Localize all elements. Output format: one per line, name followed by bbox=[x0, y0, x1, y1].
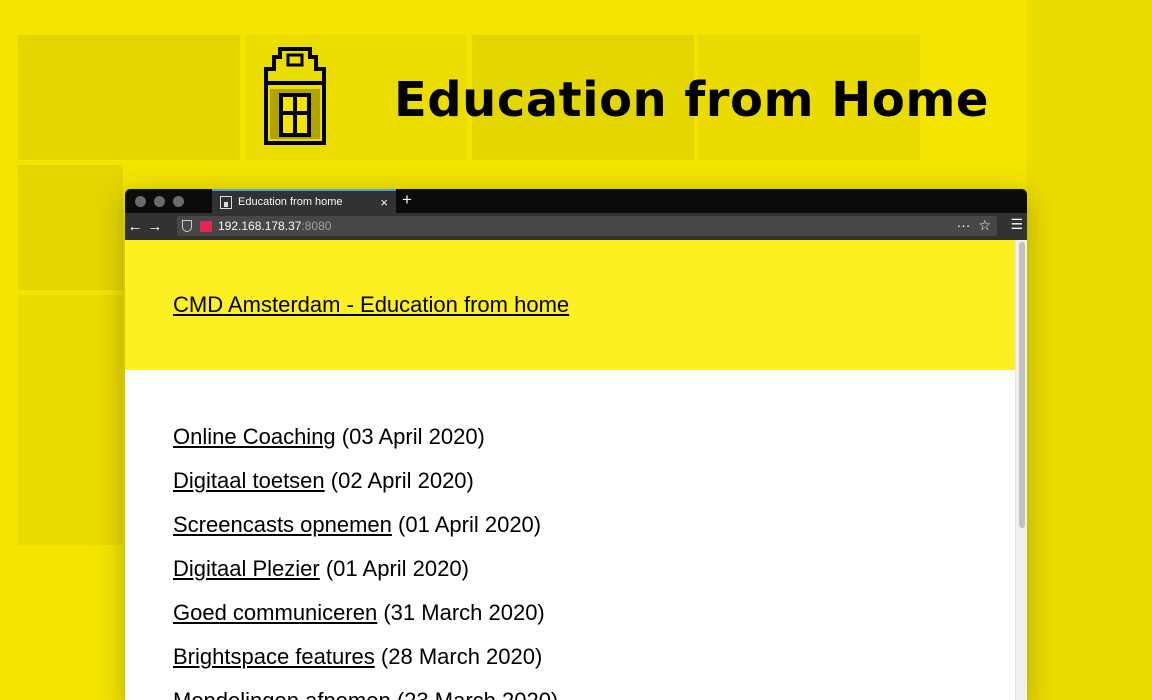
browser-tab[interactable]: Education from home × bbox=[212, 189, 396, 213]
forward-button[interactable]: → bbox=[145, 218, 165, 235]
post-link[interactable]: Online Coaching bbox=[173, 424, 336, 449]
site-header: CMD Amsterdam - Education from home bbox=[125, 240, 1015, 370]
scrollbar-thumb[interactable] bbox=[1019, 242, 1025, 528]
tab-title: Education from home bbox=[238, 196, 343, 208]
menu-icon[interactable]: ☰ bbox=[1010, 216, 1023, 233]
post-date: (02 April 2020) bbox=[330, 468, 474, 493]
list-item: Digitaal toetsen (02 April 2020) bbox=[173, 468, 1015, 512]
list-item: Brightspace features (28 March 2020) bbox=[173, 644, 1015, 688]
list-item: Goed communiceren (31 March 2020) bbox=[173, 600, 1015, 644]
background-tile bbox=[18, 35, 240, 160]
background-tile bbox=[18, 165, 123, 290]
page-content: CMD Amsterdam - Education from home Onli… bbox=[125, 240, 1015, 700]
window-controls bbox=[125, 195, 211, 207]
browser-window: Education from home × + ← → 192.168.178.… bbox=[125, 189, 1027, 700]
back-button[interactable]: ← bbox=[125, 218, 145, 235]
maximize-window-button[interactable] bbox=[173, 195, 184, 207]
insecure-connection-icon[interactable] bbox=[200, 220, 212, 232]
hero: Education from Home bbox=[262, 42, 988, 150]
post-link[interactable]: Digitaal Plezier bbox=[173, 556, 320, 581]
post-link[interactable]: Digitaal toetsen bbox=[173, 468, 325, 493]
house-icon bbox=[264, 47, 326, 145]
close-tab-icon[interactable]: × bbox=[380, 195, 388, 210]
list-item: Digitaal Plezier (01 April 2020) bbox=[173, 556, 1015, 600]
post-link[interactable]: Mondelingen afnemen bbox=[173, 688, 391, 700]
background-tile bbox=[18, 295, 123, 545]
background-participants-panel bbox=[1027, 0, 1152, 700]
bookmark-star-icon[interactable]: ☆ bbox=[978, 217, 991, 234]
url-bar[interactable]: 192.168.178.37 :8080 ··· ☆ bbox=[177, 216, 997, 236]
post-date: (01 April 2020) bbox=[398, 512, 542, 537]
list-item: Mondelingen afnemen (23 March 2020) bbox=[173, 688, 1015, 700]
post-date: (03 April 2020) bbox=[341, 424, 485, 449]
scrollbar[interactable] bbox=[1015, 240, 1027, 700]
site-title-link[interactable]: CMD Amsterdam - Education from home bbox=[173, 292, 569, 317]
post-date: (31 March 2020) bbox=[383, 600, 545, 625]
post-link[interactable]: Brightspace features bbox=[173, 644, 375, 669]
post-list: Online Coaching (03 April 2020) Digitaal… bbox=[125, 370, 1015, 700]
url-host: 192.168.178.37 bbox=[218, 219, 302, 233]
favicon-icon bbox=[220, 195, 232, 209]
post-date: (01 April 2020) bbox=[325, 556, 469, 581]
url-port: :8080 bbox=[301, 219, 332, 233]
post-link[interactable]: Goed communiceren bbox=[173, 600, 377, 625]
minimize-window-button[interactable] bbox=[154, 195, 165, 207]
post-date: (28 March 2020) bbox=[380, 644, 543, 669]
new-tab-button[interactable]: + bbox=[402, 190, 412, 210]
navigation-bar: ← → 192.168.178.37 :8080 ··· ☆ ☰ bbox=[125, 213, 1027, 240]
post-date: (23 March 2020) bbox=[397, 688, 558, 700]
tab-bar: Education from home × + bbox=[125, 189, 1027, 213]
list-item: Online Coaching (03 April 2020) bbox=[173, 424, 1015, 468]
post-link[interactable]: Screencasts opnemen bbox=[173, 512, 392, 537]
tracking-protection-icon[interactable] bbox=[182, 220, 192, 232]
page-actions-icon[interactable]: ··· bbox=[956, 217, 970, 234]
hero-title: Education from Home bbox=[394, 72, 989, 128]
close-window-button[interactable] bbox=[135, 195, 146, 207]
list-item: Screencasts opnemen (01 April 2020) bbox=[173, 512, 1015, 556]
